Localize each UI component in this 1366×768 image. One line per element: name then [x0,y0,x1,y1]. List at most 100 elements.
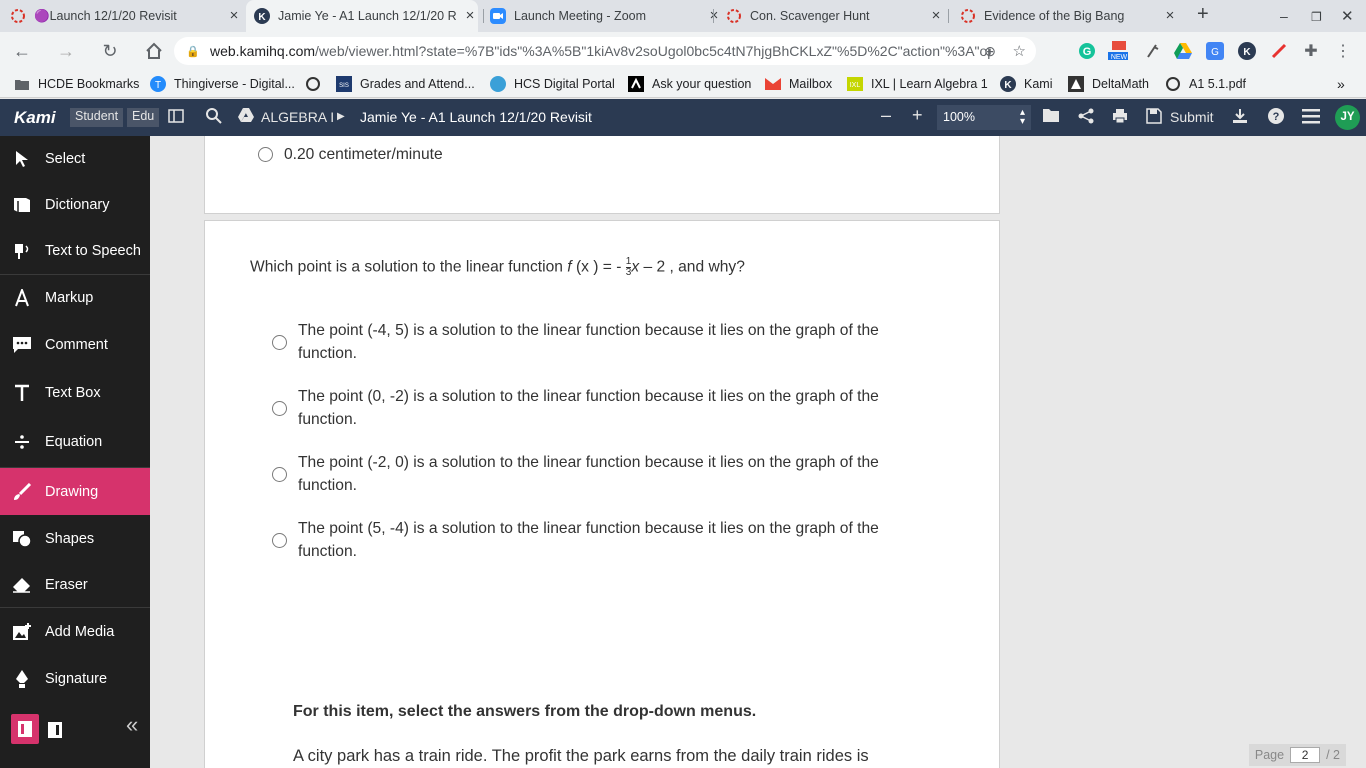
bookmark-item[interactable]: DeltaMath [1068,76,1149,92]
cursor-icon [11,150,33,168]
tool-shapes[interactable]: Shapes [0,515,150,562]
menu-icon[interactable] [1302,108,1320,128]
address-bar[interactable]: 🔒 web.kamihq.com/web/viewer.html?state=%… [174,37,1036,65]
svg-text:SIS: SIS [339,83,349,89]
download-icon[interactable] [1232,108,1248,128]
pen-nib-icon [11,669,33,689]
close-icon[interactable]: × [462,8,478,24]
bookmark-item[interactable]: SIS Grades and Attend... [336,76,475,92]
extension-icon[interactable] [1142,41,1162,61]
close-icon[interactable]: × [706,8,722,24]
tab-scavenger-hunt[interactable]: Con. Scavenger Hunt × [726,0,944,32]
minimize-button[interactable]: – [1280,8,1288,24]
bookmark-item[interactable]: IXL IXL | Learn Algebra 1 [847,76,988,92]
search-icon[interactable] [206,108,222,128]
more-bookmarks-button[interactable]: » [1337,76,1345,92]
answer-option[interactable]: The point (5, -4) is a solution to the l… [298,517,938,563]
tool-drawing[interactable]: Drawing [0,468,150,515]
radio-button[interactable] [272,533,287,548]
bookmark-item[interactable]: A1 5.1.pdf [1165,76,1246,92]
breadcrumb-folder[interactable]: ALGEBRA I [261,109,334,125]
restore-button[interactable]: ❐ [1311,10,1322,24]
close-icon[interactable]: × [928,8,944,24]
tool-dictionary[interactable]: Dictionary [0,181,150,228]
open-folder-icon[interactable] [1043,108,1061,126]
layout-toggle-left[interactable] [11,714,39,744]
tab-zoom-meeting[interactable]: Launch Meeting - Zoom × [490,0,722,32]
star-icon[interactable]: ☆ [1013,42,1026,60]
bookmark-item[interactable]: HCS Digital Portal [490,76,615,92]
google-drive-icon[interactable] [1173,41,1193,61]
gmail-icon [765,76,781,92]
zoom-in-button[interactable]: + [912,105,923,126]
svg-text:K: K [1243,47,1251,58]
tab-launch-revisit[interactable]: 🟣Launch 12/1/20 Revisit × [10,0,242,32]
globe-icon [1165,76,1181,92]
close-icon[interactable]: × [1162,8,1178,24]
google-translate-icon[interactable]: G [1205,41,1225,61]
reload-button[interactable]: ↻ [99,40,121,62]
answer-option[interactable]: The point (-2, 0) is a solution to the l… [298,451,938,497]
radio-button[interactable] [272,401,287,416]
student-badge: Student [70,108,124,127]
close-icon[interactable]: × [226,8,242,24]
passage-text: A city park has a train ride. The profit… [293,747,869,765]
new-tab-button[interactable]: + [1197,3,1209,26]
kami-logo[interactable]: Kami [14,108,56,128]
radio-button[interactable] [272,335,287,350]
zoom-out-button[interactable]: – [881,105,891,126]
layout-toggle-right[interactable] [44,719,66,741]
back-button[interactable]: ← [11,40,33,62]
share-icon[interactable] [1078,108,1094,128]
sis-icon: SIS [336,76,352,92]
svg-text:K: K [258,12,266,23]
avatar[interactable]: JY [1335,105,1360,130]
tab-big-bang[interactable]: Evidence of the Big Bang × [960,0,1178,32]
bookmark-item[interactable]: Mailbox [765,76,832,92]
divide-icon [11,434,33,450]
radio-button[interactable] [258,147,273,162]
tool-select[interactable]: Select [0,136,150,181]
add-icon[interactable]: ⊕ [984,43,996,60]
answer-option[interactable]: The point (0, -2) is a solution to the l… [298,385,938,431]
sidebar-toggle-icon[interactable] [168,108,184,128]
radio-button[interactable] [272,467,287,482]
home-button[interactable] [143,40,165,62]
globe-icon [305,76,321,92]
puzzle-icon[interactable]: ✚ [1301,41,1321,61]
bookmark-folder[interactable]: HCDE Bookmarks [14,76,139,92]
tool-eraser[interactable]: Eraser [0,562,150,607]
bookmark-item[interactable] [305,76,329,92]
more-vert-icon[interactable]: ⋮ [1333,41,1353,61]
pen-extension-icon[interactable] [1269,41,1289,61]
tool-add-media[interactable]: Add Media [0,608,150,655]
document-viewer[interactable]: 0.20 centimeter/minute Which point is a … [150,136,1366,768]
option-label: 0.20 centimeter/minute [284,146,443,163]
new-extension-icon[interactable]: NEW [1108,41,1128,61]
forward-button[interactable]: → [55,40,77,62]
help-icon[interactable]: ? [1268,108,1284,128]
page-number-input[interactable]: 2 [1290,747,1321,763]
tool-markup[interactable]: Markup [0,275,150,321]
bookmark-item[interactable]: K Kami [1000,76,1052,92]
tool-equation[interactable]: Equation [0,417,150,467]
tool-comment[interactable]: Comment [0,321,150,368]
zoom-select[interactable]: 100% ▴ ▾ [937,105,1031,130]
print-icon[interactable] [1112,108,1128,128]
bookmark-item[interactable]: Ask your question [628,76,751,92]
loading-icon [960,8,976,24]
tool-signature[interactable]: Signature [0,655,150,702]
tool-text-to-speech[interactable]: Text to Speech [0,228,150,274]
tab-kami-document[interactable]: K Jamie Ye - A1 Launch 12/1/20 R × [246,0,478,32]
grammarly-icon[interactable]: G [1077,41,1097,61]
kami-extension-icon[interactable]: K [1237,41,1257,61]
collapse-sidebar-button[interactable]: « [126,712,138,738]
submit-button[interactable]: Submit [1170,109,1214,125]
bookmark-item[interactable]: T Thingiverse - Digital... [150,76,295,92]
tool-text-box[interactable]: Text Box [0,368,150,417]
save-icon[interactable] [1146,108,1162,128]
loading-icon [726,8,742,24]
answer-option[interactable]: The point (-4, 5) is a solution to the l… [298,319,938,365]
svg-text:G: G [1211,47,1219,58]
close-window-button[interactable]: ✕ [1341,7,1354,25]
